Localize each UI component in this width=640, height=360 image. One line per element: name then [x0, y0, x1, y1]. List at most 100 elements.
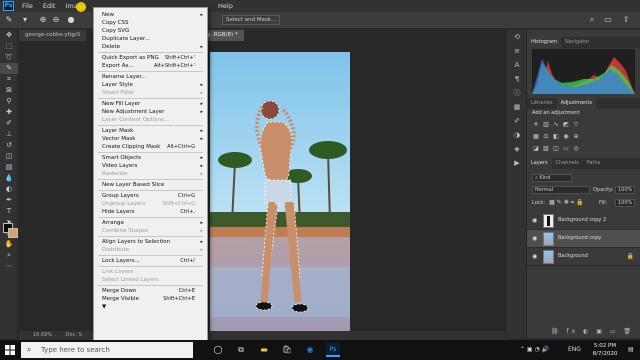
- menu-item-copy-svg[interactable]: Copy SVG: [94, 27, 207, 35]
- windows-start-icon[interactable]: [5, 345, 15, 355]
- brush-settings-icon[interactable]: ✐: [506, 114, 528, 128]
- marquee-icon[interactable]: ⬚: [0, 41, 18, 52]
- tray-icons[interactable]: ⌃ ▣ ◔ 🔊: [520, 340, 549, 360]
- menu-item-rename-layer[interactable]: Rename Layer...: [94, 73, 207, 81]
- fill-input[interactable]: 100%: [615, 199, 635, 207]
- menu-help[interactable]: Help: [213, 2, 238, 10]
- menu-item-new[interactable]: New ▸: [94, 11, 207, 19]
- gradient-icon[interactable]: ▤: [0, 162, 18, 173]
- store-icon[interactable]: 🛍: [280, 343, 294, 357]
- channel-mixer-icon[interactable]: ⊕: [572, 133, 580, 141]
- tab-paths[interactable]: Paths: [583, 158, 605, 169]
- share-icon[interactable]: ⇪: [620, 14, 632, 26]
- select-and-mask-button[interactable]: Select and Mask...: [222, 15, 281, 25]
- menu-item-new-fill-layer[interactable]: New Fill Layer ▸: [94, 100, 207, 108]
- black-white-icon[interactable]: ◧: [552, 133, 560, 141]
- hue-saturation-icon[interactable]: ▦: [532, 133, 540, 141]
- layer-row[interactable]: ◉ Background copy 2: [527, 212, 640, 230]
- zoom-icon[interactable]: ⌕: [0, 250, 18, 261]
- menu-item-layer-mask[interactable]: Layer Mask ▸: [94, 127, 207, 135]
- styles-icon[interactable]: ◈: [506, 142, 528, 156]
- frame-icon[interactable]: ⊠: [0, 85, 18, 96]
- eraser-icon[interactable]: ◫: [0, 151, 18, 162]
- opacity-input[interactable]: 100%: [615, 186, 635, 194]
- layer-name[interactable]: Background: [558, 253, 588, 259]
- exposure-icon[interactable]: ◩: [562, 121, 570, 129]
- chevron-down-icon[interactable]: ▾: [20, 15, 30, 25]
- menu-item-layer-style[interactable]: Layer Style ▸: [94, 81, 207, 89]
- history-icon[interactable]: ⟲: [506, 30, 528, 44]
- blend-mode-select[interactable]: Normal: [532, 186, 590, 194]
- curves-icon[interactable]: ∿: [552, 121, 560, 129]
- brush-subtract-icon[interactable]: ⊖: [51, 15, 61, 25]
- gradient-map-icon[interactable]: ▭: [562, 145, 570, 153]
- task-view-icon[interactable]: ◯: [211, 343, 225, 357]
- menu-item-vector-mask[interactable]: Vector Mask ▸: [94, 135, 207, 143]
- document-tab[interactable]: george-cobbs-yfqpS: [19, 30, 88, 41]
- eyedropper-icon[interactable]: ⚲: [0, 96, 18, 107]
- tab-libraries[interactable]: Libraries: [527, 98, 557, 109]
- menu-item-quick-export-as-png[interactable]: Quick Export as PNG Shift+Ctrl+': [94, 54, 207, 62]
- color-balance-icon[interactable]: ⚖: [542, 133, 550, 141]
- menu-item-export-as[interactable]: Export As... Alt+Shift+Ctrl+': [94, 62, 207, 70]
- type-icon[interactable]: T: [0, 206, 18, 217]
- menu-item-lock-layers[interactable]: Lock Layers... Ctrl+/: [94, 257, 207, 265]
- layers-footer-icons[interactable]: ⛓ fx ◐ ▣ ▭ 🗑: [527, 328, 640, 338]
- menu-item-video-layers[interactable]: Video Layers ▸: [94, 162, 207, 170]
- blur-icon[interactable]: 💧: [0, 173, 18, 184]
- menu-item-arrange[interactable]: Arrange ▸: [94, 219, 207, 227]
- swatches-icon[interactable]: ▦: [506, 100, 528, 114]
- menu-item-merge-down[interactable]: Merge Down Ctrl+E: [94, 287, 207, 295]
- quick-select-icon[interactable]: ✎: [4, 15, 14, 25]
- eye-icon[interactable]: ◉: [532, 217, 540, 225]
- brush-add-icon[interactable]: ⊕: [38, 15, 48, 25]
- paragraph-icon[interactable]: ¶: [506, 72, 528, 86]
- brush-icon[interactable]: ✐: [0, 118, 18, 129]
- crop-icon[interactable]: ⌗: [0, 74, 18, 85]
- tab-navigator[interactable]: Navigator: [561, 37, 593, 48]
- layer-name[interactable]: Background copy 2: [558, 217, 606, 223]
- healing-icon[interactable]: ✚: [0, 107, 18, 118]
- menu-item-align-layers-to-selection[interactable]: Align Layers to Selection ▸: [94, 238, 207, 246]
- hand-icon[interactable]: ✋: [0, 239, 18, 250]
- zoom-level[interactable]: 16.69%: [33, 332, 52, 338]
- dodge-icon[interactable]: ◐: [0, 184, 18, 195]
- layer-kind-filter[interactable]: ⌕ Kind: [532, 174, 572, 182]
- menu-item-delete[interactable]: Delete ▸: [94, 43, 207, 51]
- tray-language[interactable]: ENG: [568, 340, 581, 360]
- selective-color-icon[interactable]: ◎: [572, 145, 580, 153]
- threshold-icon[interactable]: ◫: [552, 145, 560, 153]
- menu-file[interactable]: File: [17, 2, 38, 10]
- canvas-photo[interactable]: [210, 52, 350, 353]
- photo-filter-icon[interactable]: ◉: [562, 133, 570, 141]
- taskbar-search-box[interactable]: ⌕ Type here to search: [21, 342, 193, 358]
- more-tools-icon[interactable]: ⋯: [0, 261, 18, 272]
- menu-item-group-layers[interactable]: Group Layers Ctrl+G: [94, 192, 207, 200]
- eye-icon[interactable]: ◉: [532, 235, 540, 243]
- eye-icon[interactable]: ◉: [532, 253, 540, 261]
- layer-row-selected[interactable]: ◉ Background copy: [527, 230, 640, 248]
- posterize-icon[interactable]: ▨: [542, 145, 550, 153]
- vibrance-icon[interactable]: ▽: [572, 121, 580, 129]
- pen-icon[interactable]: ✒: [0, 195, 18, 206]
- actions-icon[interactable]: ▶: [506, 156, 528, 170]
- menu-item-new-layer-based-slice[interactable]: New Layer Based Slice: [94, 181, 207, 189]
- menu-item-hide-layers[interactable]: Hide Layers Ctrl+,: [94, 208, 207, 216]
- levels-icon[interactable]: ▥: [542, 121, 550, 129]
- workspace-icon[interactable]: ▭: [602, 14, 614, 26]
- tab-histogram[interactable]: Histogram: [527, 37, 561, 48]
- info-icon[interactable]: ⓘ: [506, 86, 528, 100]
- menu-edit[interactable]: Edit: [38, 2, 61, 10]
- tab-layers[interactable]: Layers: [527, 158, 552, 169]
- menu-item-new-adjustment-layer[interactable]: New Adjustment Layer ▸: [94, 108, 207, 116]
- photoshop-taskbar-icon[interactable]: Ps: [326, 343, 340, 357]
- menu-item-create-clipping-mask[interactable]: Create Clipping Mask Alt+Ctrl+G: [94, 143, 207, 151]
- background-color-swatch[interactable]: [8, 228, 18, 238]
- chrome-icon[interactable]: ◉: [303, 343, 317, 357]
- color-icon[interactable]: ◑: [506, 128, 528, 142]
- tab-channels[interactable]: Channels: [552, 158, 583, 169]
- tab-adjustments[interactable]: Adjustments: [556, 98, 596, 109]
- layer-row[interactable]: ◉ Background 🔒: [527, 248, 640, 266]
- file-explorer-icon[interactable]: ▬: [257, 343, 271, 357]
- menu-item-more[interactable]: ▼: [94, 303, 207, 311]
